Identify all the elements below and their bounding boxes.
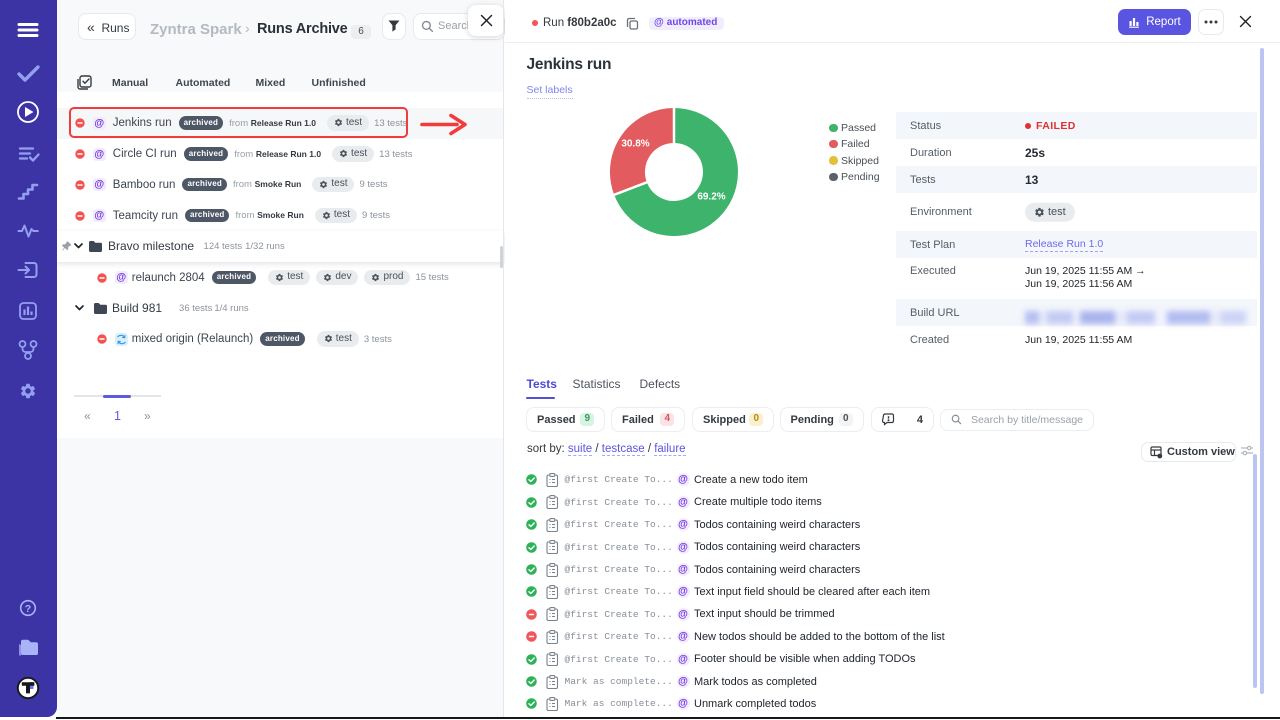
svg-text:?: ? (25, 603, 31, 615)
svg-text:69.2%: 69.2% (697, 192, 725, 203)
svg-text:30.8%: 30.8% (621, 139, 649, 150)
